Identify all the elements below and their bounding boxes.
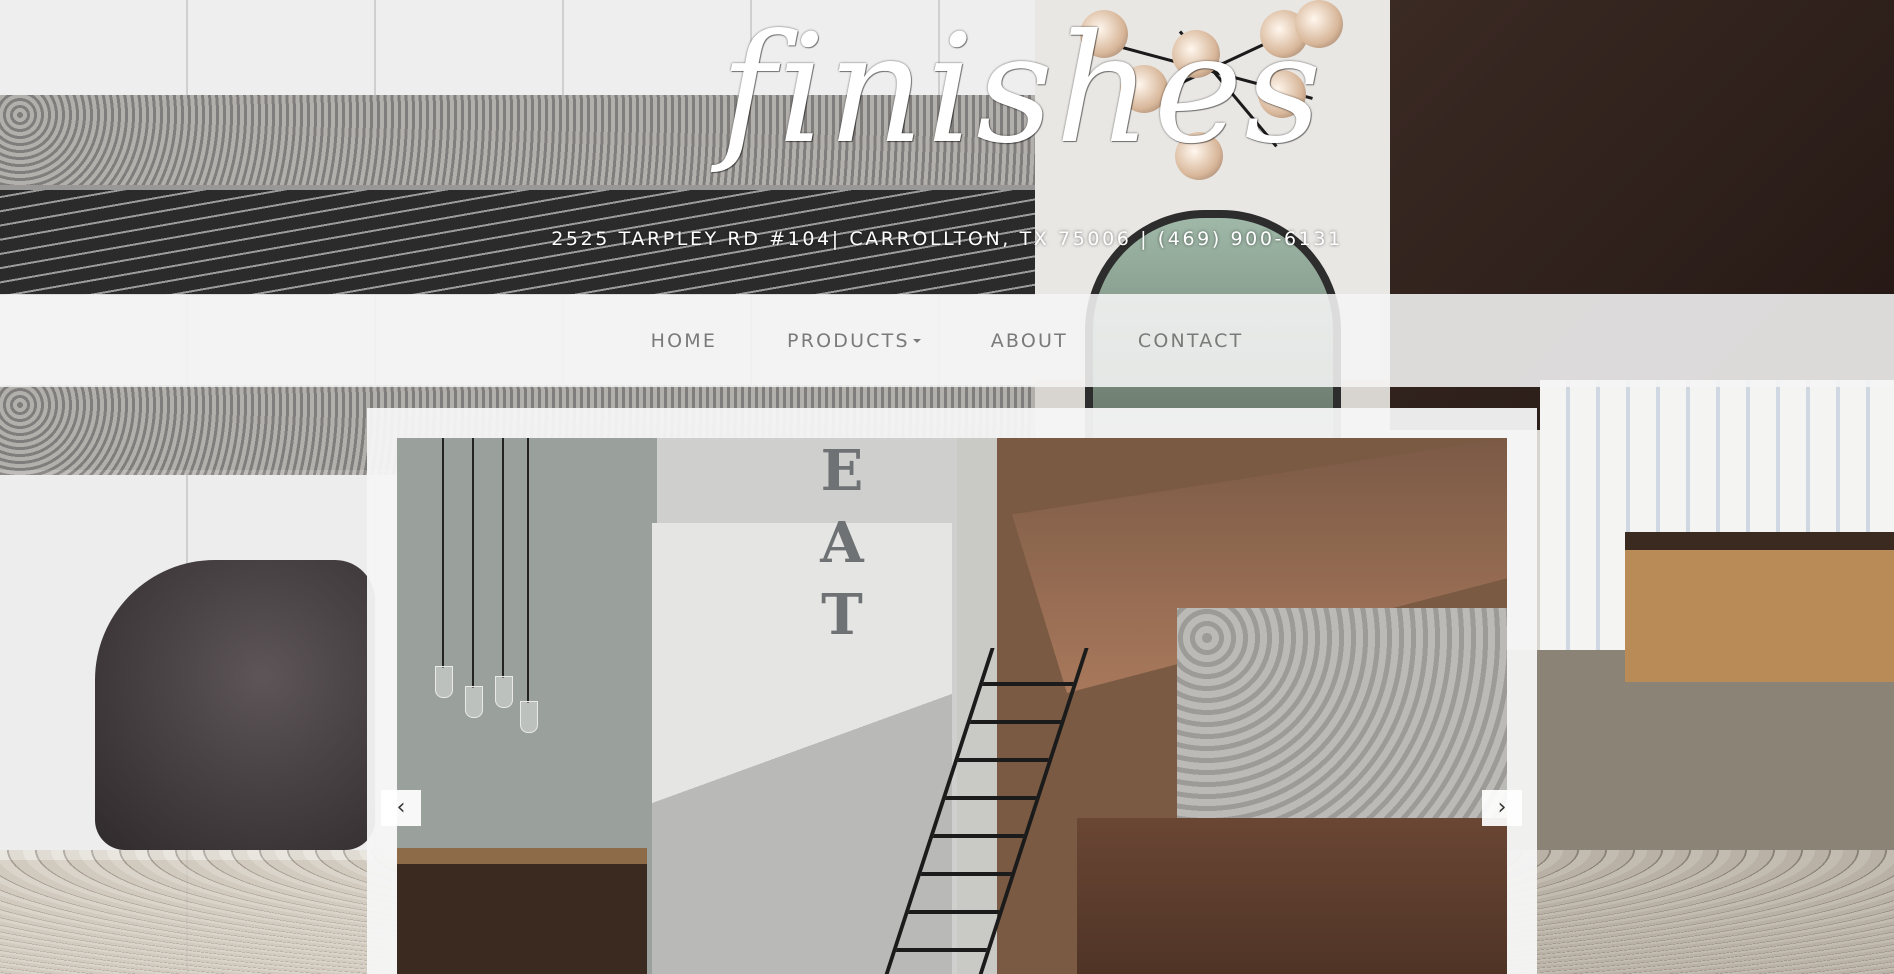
slider-next-button[interactable]: › [1482,790,1522,826]
pendant-lamp [520,438,538,733]
chevron-left-icon: ‹ [396,795,406,820]
nav-item-home[interactable]: HOME [616,330,752,352]
pendant-lamp [435,438,453,698]
site-logo[interactable]: finishes [720,10,1321,225]
nav-item-label: CONTACT [1137,329,1244,352]
wood-counter [1625,532,1894,682]
slide-backsplash [1177,608,1507,838]
tufted-chair [95,560,375,850]
wall-letter: T [821,582,863,648]
slide-dining-table [397,848,647,974]
caret-down-icon [912,339,921,343]
pendant-lamp [495,438,513,708]
store-address: 2525 TARPLEY RD #104| CARROLLTON, TX 750… [551,228,1343,250]
image-slider: E A T [367,408,1537,974]
nav-item-label: PRODUCTS [787,329,910,352]
nav-item-contact[interactable]: CONTACT [1103,330,1279,352]
site-header: finishes 2525 TARPLEY RD #104| CARROLLTO… [0,0,1894,294]
pendant-lamp [465,438,483,718]
nav-list: HOME PRODUCTS ABOUT CONTACT [616,330,1279,352]
main-navigation: HOME PRODUCTS ABOUT CONTACT [0,294,1894,387]
nav-item-label: HOME [650,329,718,352]
nav-item-label: ABOUT [990,329,1068,352]
nav-item-products[interactable]: PRODUCTS [752,330,956,352]
slider-prev-button[interactable]: ‹ [381,790,421,826]
slide-image-kitchen: E A T [397,438,1507,974]
nav-item-about[interactable]: ABOUT [956,330,1103,352]
chevron-right-icon: › [1497,795,1507,820]
wall-letter: A [820,510,864,576]
slide-wall-letters: E A T [812,438,872,648]
slide-kitchen-counter [1077,818,1507,974]
wall-letter: E [820,438,864,504]
